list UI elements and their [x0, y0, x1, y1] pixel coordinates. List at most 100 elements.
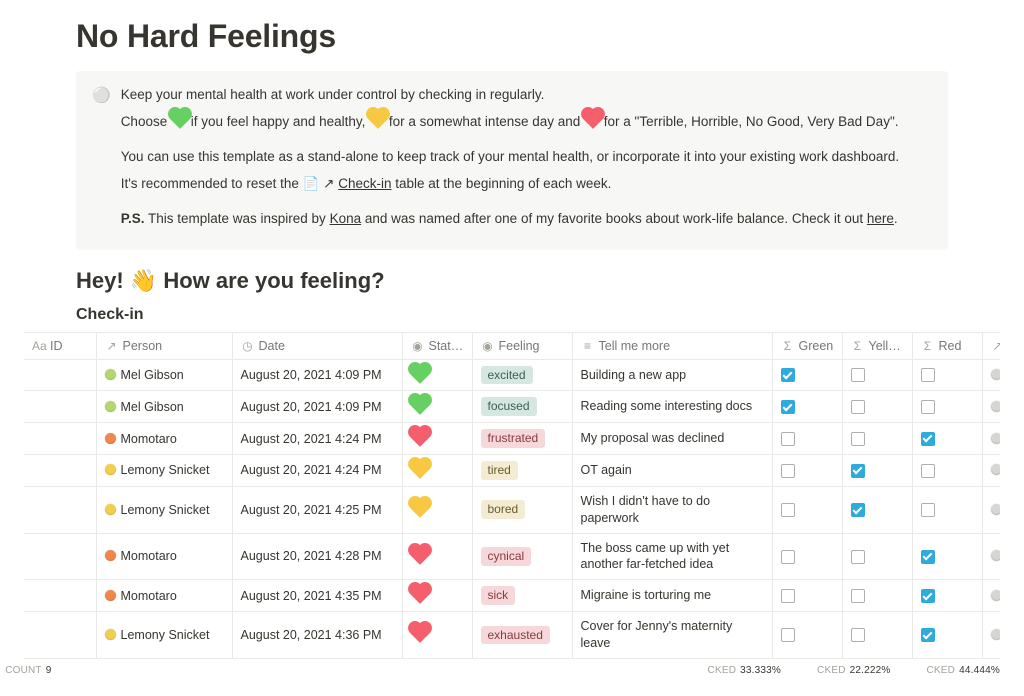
cell-date[interactable]: August 20, 2021 4:28 PM	[232, 533, 402, 580]
cell-tellme[interactable]: Migraine is torturing me	[572, 580, 772, 612]
cell-tellme[interactable]: Cover for Jenny's maternity leave	[572, 612, 772, 659]
cell-team[interactable]: Fruity	[982, 486, 1000, 533]
cell-yellow[interactable]	[842, 612, 912, 659]
cell-green[interactable]	[772, 486, 842, 533]
cell-person[interactable]: Lemony Snicket	[96, 486, 232, 533]
cell-date[interactable]: August 20, 2021 4:36 PM	[232, 612, 402, 659]
cell-yellow[interactable]	[842, 580, 912, 612]
yellow-checkbox[interactable]	[851, 589, 865, 603]
cell-id[interactable]	[24, 423, 96, 455]
cell-team[interactable]: Fruity	[982, 423, 1000, 455]
cell-team[interactable]: Fruity	[982, 612, 1000, 659]
cell-date[interactable]: August 20, 2021 4:09 PM	[232, 359, 402, 391]
cell-date[interactable]: August 20, 2021 4:24 PM	[232, 423, 402, 455]
cell-id[interactable]	[24, 455, 96, 487]
cell-team[interactable]: Fruity	[982, 455, 1000, 487]
cell-id[interactable]	[24, 486, 96, 533]
cell-green[interactable]	[772, 533, 842, 580]
cell-date[interactable]: August 20, 2021 4:09 PM	[232, 391, 402, 423]
cell-red[interactable]	[912, 612, 982, 659]
cell-person[interactable]: Momotaro	[96, 423, 232, 455]
table-row[interactable]: MomotaroAugust 20, 2021 4:28 PM cynicalTh…	[24, 533, 1000, 580]
table-row[interactable]: Mel GibsonAugust 20, 2021 4:09 PMexcited…	[24, 359, 1000, 391]
cell-green[interactable]	[772, 612, 842, 659]
red-checkbox[interactable]	[921, 464, 935, 478]
cell-tellme[interactable]: Building a new app	[572, 359, 772, 391]
cell-person[interactable]: Lemony Snicket	[96, 455, 232, 487]
green-checkbox[interactable]	[781, 589, 795, 603]
yellow-checkbox[interactable]	[851, 368, 865, 382]
cell-date[interactable]: August 20, 2021 4:35 PM	[232, 580, 402, 612]
col-green[interactable]: ΣGreen	[772, 332, 842, 359]
col-feeling[interactable]: ◉Feeling	[472, 332, 572, 359]
cell-green[interactable]	[772, 359, 842, 391]
cell-yellow[interactable]	[842, 486, 912, 533]
cell-green[interactable]	[772, 455, 842, 487]
green-checkbox[interactable]	[781, 400, 795, 414]
green-checkbox[interactable]	[781, 628, 795, 642]
cell-feeling[interactable]: focused	[472, 391, 572, 423]
cell-feeling[interactable]: frustrated	[472, 423, 572, 455]
cell-status[interactable]	[402, 423, 472, 455]
red-checkbox[interactable]	[921, 589, 935, 603]
cell-person[interactable]: Lemony Snicket	[96, 612, 232, 659]
cell-red[interactable]	[912, 423, 982, 455]
cell-person[interactable]: Momotaro	[96, 533, 232, 580]
cell-red[interactable]	[912, 486, 982, 533]
yellow-checkbox[interactable]	[851, 400, 865, 414]
kona-link[interactable]: Kona	[330, 211, 362, 226]
cell-status[interactable]	[402, 359, 472, 391]
cell-status[interactable]	[402, 612, 472, 659]
cell-yellow[interactable]	[842, 533, 912, 580]
cell-date[interactable]: August 20, 2021 4:24 PM	[232, 455, 402, 487]
cell-tellme[interactable]: The boss came up with yet another far-fe…	[572, 533, 772, 580]
red-checkbox[interactable]	[921, 400, 935, 414]
cell-red[interactable]	[912, 533, 982, 580]
col-yellow[interactable]: ΣYellow	[842, 332, 912, 359]
cell-red[interactable]	[912, 580, 982, 612]
cell-yellow[interactable]	[842, 359, 912, 391]
cell-team[interactable]: Fruity	[982, 359, 1000, 391]
cell-status[interactable]	[402, 455, 472, 487]
cell-red[interactable]	[912, 391, 982, 423]
red-checkbox[interactable]	[921, 550, 935, 564]
col-red[interactable]: ΣRed	[912, 332, 982, 359]
green-checkbox[interactable]	[781, 503, 795, 517]
cell-red[interactable]	[912, 359, 982, 391]
green-checkbox[interactable]	[781, 550, 795, 564]
cell-id[interactable]	[24, 533, 96, 580]
cell-green[interactable]	[772, 391, 842, 423]
cell-status[interactable]	[402, 580, 472, 612]
col-status[interactable]: ◉Status	[402, 332, 472, 359]
cell-feeling[interactable]: excited	[472, 359, 572, 391]
cell-team[interactable]: Fruity	[982, 391, 1000, 423]
table-row[interactable]: MomotaroAugust 20, 2021 4:24 PM frustrate…	[24, 423, 1000, 455]
cell-feeling[interactable]: bored	[472, 486, 572, 533]
cell-feeling[interactable]: cynical	[472, 533, 572, 580]
red-checkbox[interactable]	[921, 432, 935, 446]
table-row[interactable]: MomotaroAugust 20, 2021 4:35 PMsickMigra…	[24, 580, 1000, 612]
green-checkbox[interactable]	[781, 464, 795, 478]
col-date[interactable]: ◷Date	[232, 332, 402, 359]
col-team[interactable]: ↗Team	[982, 332, 1000, 359]
table-row[interactable]: Lemony SnicketAugust 20, 2021 4:24 PMtir…	[24, 455, 1000, 487]
here-link[interactable]: here	[867, 211, 894, 226]
table-row[interactable]: Mel GibsonAugust 20, 2021 4:09 PM focused…	[24, 391, 1000, 423]
cell-person[interactable]: Mel Gibson	[96, 391, 232, 423]
yellow-checkbox[interactable]	[851, 432, 865, 446]
checkin-link[interactable]: Check-in	[338, 176, 391, 191]
cell-green[interactable]	[772, 423, 842, 455]
yellow-checkbox[interactable]	[851, 464, 865, 478]
cell-feeling[interactable]: exhausted	[472, 612, 572, 659]
cell-tellme[interactable]: My proposal was declined	[572, 423, 772, 455]
green-checkbox[interactable]	[781, 432, 795, 446]
table-row[interactable]: Lemony SnicketAugust 20, 2021 4:25 PM bor…	[24, 486, 1000, 533]
cell-date[interactable]: August 20, 2021 4:25 PM	[232, 486, 402, 533]
col-person[interactable]: ↗Person	[96, 332, 232, 359]
cell-red[interactable]	[912, 455, 982, 487]
cell-team[interactable]: Fruity	[982, 533, 1000, 580]
cell-tellme[interactable]: Wish I didn't have to do paperwork	[572, 486, 772, 533]
cell-feeling[interactable]: sick	[472, 580, 572, 612]
green-checkbox[interactable]	[781, 368, 795, 382]
cell-id[interactable]	[24, 612, 96, 659]
